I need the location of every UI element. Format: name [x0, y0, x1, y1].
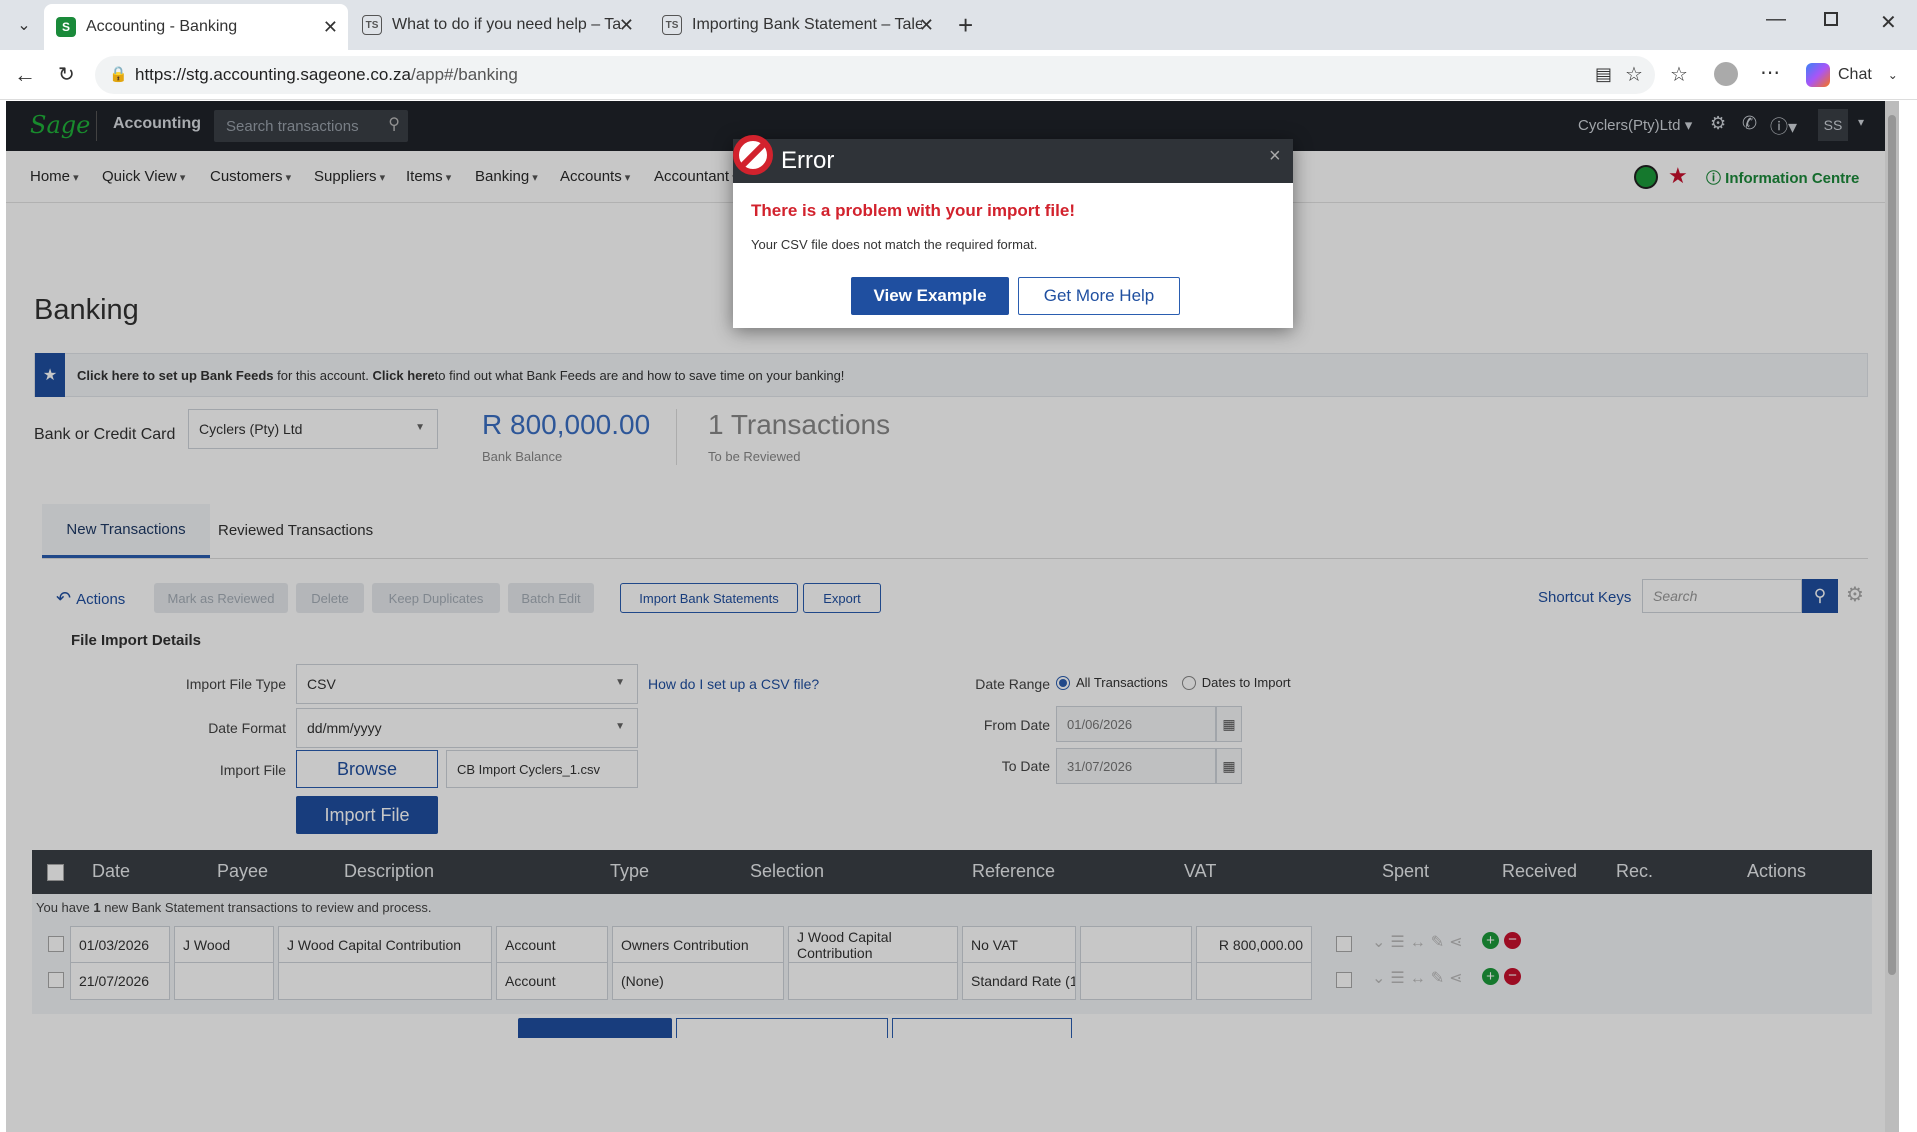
close-dialog-icon[interactable]: ×: [1269, 145, 1281, 168]
new-tab-icon[interactable]: +: [958, 10, 973, 41]
tab-title: Accounting - Banking: [86, 18, 238, 35]
sage-app: Sage Accounting Search transactions ⚲ Cy…: [6, 101, 1899, 1132]
error-stop-icon: [733, 135, 773, 175]
error-message: Your CSV file does not match the require…: [751, 237, 1038, 252]
view-example-button[interactable]: View Example: [851, 277, 1009, 315]
error-dialog-title: Error: [781, 147, 835, 174]
tab-title: What to do if you need help – Tale: [392, 16, 622, 33]
reload-icon[interactable]: ↻: [58, 62, 75, 87]
talent-favicon-icon: TS: [362, 15, 382, 35]
browser-tab-bar: ⌄ S Accounting - Banking ✕ TS What to do…: [0, 0, 1917, 50]
favorite-star-icon[interactable]: ☆: [1625, 62, 1643, 87]
address-bar: ← ↻ 🔒 https://stg.accounting.sageone.co.…: [0, 50, 1917, 100]
error-dialog-header: Error ×: [733, 135, 1293, 183]
sage-favicon-icon: S: [56, 17, 76, 37]
url-field[interactable]: 🔒 https://stg.accounting.sageone.co.za/a…: [95, 56, 1655, 94]
url-path: /app#/banking: [410, 65, 518, 84]
talent-favicon-icon: TS: [662, 15, 682, 35]
lock-icon: 🔒: [109, 66, 128, 83]
browser-tab-help[interactable]: TS What to do if you need help – Tale ✕: [350, 6, 644, 44]
copilot-icon: [1806, 63, 1830, 87]
error-heading: There is a problem with your import file…: [751, 201, 1075, 220]
browser-tab-accounting[interactable]: S Accounting - Banking ✕: [44, 4, 348, 50]
browser-tab-importing[interactable]: TS Importing Bank Statement – Talent ✕: [650, 6, 944, 44]
close-tab-icon[interactable]: ✕: [919, 15, 934, 36]
minimize-icon[interactable]: —: [1766, 8, 1786, 31]
chat-label: Chat: [1838, 66, 1872, 83]
tab-list-chevron-icon[interactable]: ⌄: [8, 10, 40, 40]
more-menu-icon[interactable]: ⋯: [1760, 60, 1780, 85]
url-host: https://stg.accounting.sageone.co.za: [135, 65, 411, 84]
chevron-down-icon: ⌄: [1887, 68, 1898, 82]
tab-title: Importing Bank Statement – Talent: [692, 16, 922, 33]
restore-icon[interactable]: [1824, 12, 1838, 26]
profile-avatar[interactable]: [1714, 62, 1738, 86]
favorites-icon[interactable]: ☆: [1670, 62, 1688, 87]
error-dialog: Error × There is a problem with your imp…: [733, 135, 1293, 328]
get-more-help-button[interactable]: Get More Help: [1018, 277, 1180, 315]
chat-button[interactable]: Chat ⌄: [1800, 56, 1912, 94]
reader-icon[interactable]: ▤: [1595, 64, 1612, 85]
close-window-icon[interactable]: ✕: [1880, 10, 1897, 35]
close-tab-icon[interactable]: ✕: [619, 15, 634, 36]
back-icon[interactable]: ←: [14, 62, 36, 88]
close-tab-icon[interactable]: ✕: [323, 17, 338, 38]
